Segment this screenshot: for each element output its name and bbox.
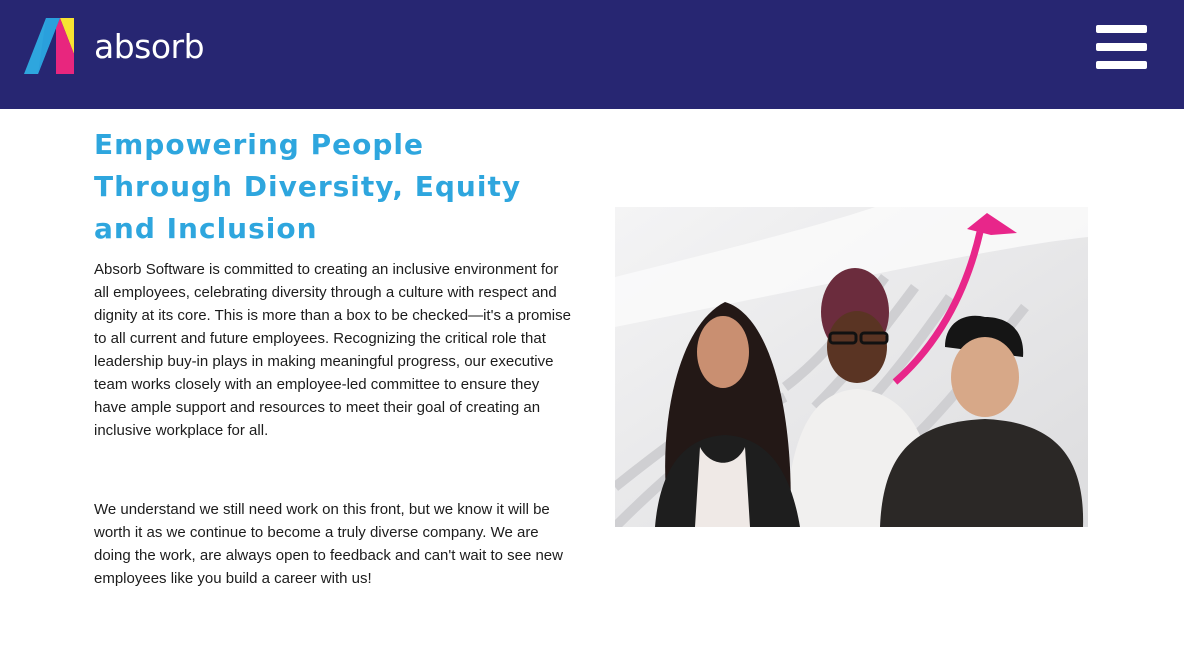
absorb-logo-icon (24, 18, 74, 74)
diversity-hero-image (615, 207, 1088, 527)
brand-logo[interactable]: absorb (24, 18, 205, 74)
page-title: Empowering People Through Diversity, Equ… (94, 128, 522, 245)
menu-bar (1096, 25, 1147, 33)
brand-name: absorb (94, 26, 205, 66)
site-header: absorb (0, 0, 1184, 109)
intro-paragraph: Absorb Software is committed to creating… (94, 261, 571, 439)
menu-bar (1096, 61, 1147, 69)
commitment-paragraph: We understand we still need work on this… (94, 501, 563, 587)
menu-bar (1096, 43, 1147, 51)
hamburger-menu-icon[interactable] (1096, 25, 1147, 70)
